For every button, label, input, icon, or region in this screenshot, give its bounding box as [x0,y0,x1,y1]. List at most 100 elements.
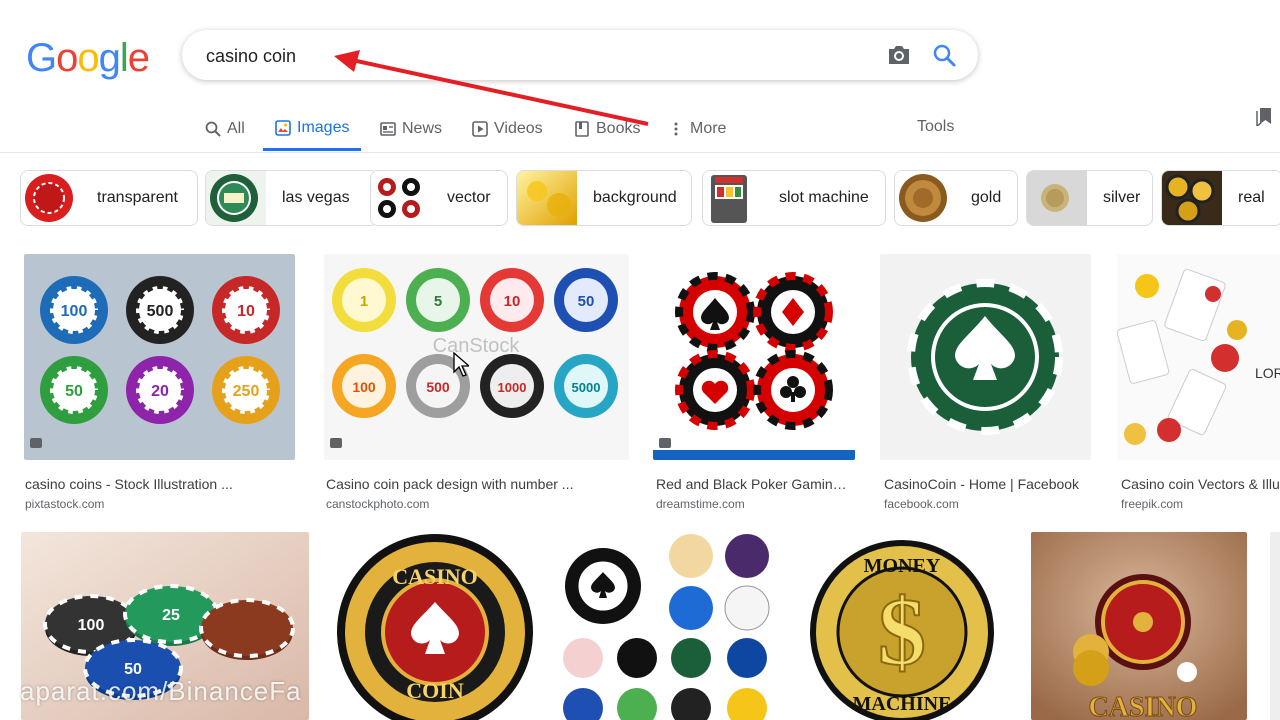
chip-value: 10 [504,293,521,310]
result-site[interactable]: facebook.com [884,497,959,511]
result-site[interactable]: canstockphoto.com [326,497,429,511]
saved-icon[interactable] [1256,106,1274,126]
chip-label: gold [971,189,1002,206]
result-image[interactable] [880,254,1091,460]
chip-value: 25 [162,607,180,624]
result-title[interactable]: CasinoCoin - Home | Facebook [884,476,1090,492]
search-icon [205,121,221,137]
tab-all[interactable]: All [205,108,245,150]
chip-value: 500 [147,303,174,320]
result-title[interactable]: Casino coin pack design with number ... [326,476,626,492]
tab-videos[interactable]: Videos [472,108,543,150]
chip-value: 5000 [572,380,601,395]
chip-value: 500 [426,379,450,395]
chip-thumbnail [517,171,577,225]
chip-label: las vegas [282,189,350,206]
tab-label: Books [596,120,641,137]
chip-value: 50 [578,293,595,310]
image-icon [275,120,291,136]
tab-label: More [690,120,727,137]
search-tabs: All Images News Videos Books More [0,108,1280,153]
chip-real[interactable]: real [1161,170,1280,226]
result-title[interactable]: Casino coin Vectors & Illu [1121,476,1280,492]
chip-background[interactable]: background [516,170,692,226]
chip-thumbnail [1027,171,1087,225]
chip-value: 20 [151,383,169,400]
result-image[interactable]: CASINO [1031,532,1247,720]
chip-thumbnail [206,171,266,225]
result-image[interactable]: 100 500 10 50 20 250 [24,254,295,460]
coin-text-top: CASINO [392,564,478,589]
search-icon[interactable] [932,43,956,67]
image-watermark: CanStock [433,335,521,357]
result-edge [1270,532,1280,720]
chip-thumbnail [371,171,431,225]
news-icon [380,122,396,136]
chip-thumbnail [21,171,81,225]
more-vert-icon [674,122,678,136]
book-icon [575,121,589,137]
camera-icon[interactable] [886,43,912,67]
coin-text-top: MONEY [864,555,941,577]
result-image[interactable]: LOR [1117,254,1280,460]
logo-letter: e [127,36,150,80]
chip-las-vegas[interactable]: las vegas [205,170,379,226]
result-image[interactable]: $ MONEY MACHINE [795,532,1009,720]
chip-value: 50 [65,383,83,400]
chip-label: slot machine [779,189,869,206]
image-badge-icon [659,438,671,448]
chip-vector[interactable]: vector [370,170,508,226]
chip-value: 250 [233,383,260,400]
chip-value: 100 [352,379,376,395]
svg-text:LOR: LOR [1255,365,1280,381]
chip-value: 10 [237,303,255,320]
tab-images[interactable]: Images [263,108,362,151]
result-image[interactable] [653,254,855,460]
chip-silver[interactable]: silver [1026,170,1153,226]
logo-letter: l [119,36,129,80]
chip-gold[interactable]: gold [894,170,1018,226]
chip-slot-machine[interactable]: slot machine [702,170,886,226]
result-site[interactable]: dreamstime.com [656,497,745,511]
chip-label: background [593,189,677,206]
chip-label: transparent [97,189,178,206]
google-logo[interactable]: Google [26,36,150,81]
tab-label: Images [297,119,350,136]
chip-value: 100 [61,303,88,320]
related-chips: transparent las vegas vector background … [20,170,1280,226]
chip-transparent[interactable]: transparent [20,170,198,226]
chip-thumbnail [895,171,955,225]
tab-more[interactable]: More [668,108,726,150]
result-site[interactable]: freepik.com [1121,497,1183,511]
tab-label: Videos [494,120,543,137]
chip-value: 100 [78,617,105,634]
logo-letter: G [26,36,57,80]
result-title[interactable]: Red and Black Poker Gaming... [656,476,852,492]
tab-books[interactable]: Books [574,108,640,150]
result-site[interactable]: pixtastock.com [25,497,104,511]
coin-text-bottom: COIN [406,678,464,703]
logo-letter: o [77,36,99,80]
image-caption: CASINO [1089,692,1198,720]
chip-value: 5 [434,293,442,310]
coin-text-bottom: MACHINE [853,693,952,715]
result-image[interactable] [561,532,773,720]
tools-button[interactable]: Tools [917,118,954,136]
chip-label: silver [1103,189,1141,206]
tab-news[interactable]: News [380,108,442,150]
chip-thumbnail [703,171,763,225]
mouse-cursor-icon [453,352,469,377]
chip-label: real [1238,189,1265,206]
svg-text:$: $ [878,578,926,685]
result-image[interactable]: 1 5 10 50 100 500 1000 5000 CanStock [324,254,629,460]
result-image[interactable]: CASINO COIN [333,532,538,720]
logo-letter: o [56,36,78,80]
play-icon [472,121,488,137]
result-title[interactable]: casino coins - Stock Illustration ... [25,476,295,492]
tab-label: All [227,120,245,137]
chip-thumbnail [1162,171,1222,225]
chip-label: vector [447,189,491,206]
logo-letter: g [98,36,121,80]
image-badge-icon [330,438,342,448]
chip-value: 1 [360,293,368,310]
